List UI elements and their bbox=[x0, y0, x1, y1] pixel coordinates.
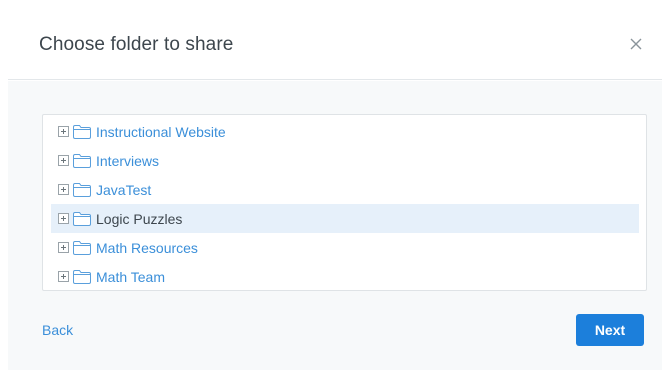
folder-icon bbox=[73, 124, 91, 139]
tree-item-javatest[interactable]: JavaTest bbox=[51, 175, 639, 204]
back-link[interactable]: Back bbox=[42, 322, 73, 338]
folder-icon bbox=[73, 211, 91, 226]
tree-item-label: Logic Puzzles bbox=[96, 210, 183, 227]
tree-item-label: Instructional Website bbox=[96, 123, 226, 140]
expand-plus-icon[interactable] bbox=[58, 155, 69, 166]
expand-plus-icon[interactable] bbox=[58, 126, 69, 137]
tree-item-interviews[interactable]: Interviews bbox=[51, 146, 639, 175]
tree-item-logic-puzzles[interactable]: Logic Puzzles bbox=[51, 204, 639, 233]
expand-plus-icon[interactable] bbox=[58, 213, 69, 224]
expand-plus-icon[interactable] bbox=[58, 184, 69, 195]
tree-item-math-resources[interactable]: Math Resources bbox=[51, 233, 639, 262]
tree-item-math-team[interactable]: Math Team bbox=[51, 262, 639, 290]
folder-icon bbox=[73, 240, 91, 255]
dialog-body: Instructional Website Interviews JavaTes… bbox=[8, 81, 662, 370]
tree-item-label: Math Resources bbox=[96, 239, 198, 256]
folder-icon bbox=[73, 182, 91, 197]
folder-icon bbox=[73, 153, 91, 168]
share-folder-dialog: Choose folder to share Instructional Web… bbox=[8, 0, 662, 370]
dialog-header: Choose folder to share bbox=[8, 0, 662, 80]
tree-item-instructional-website[interactable]: Instructional Website bbox=[51, 117, 639, 146]
close-icon[interactable] bbox=[628, 36, 644, 52]
next-button[interactable]: Next bbox=[576, 314, 644, 346]
expand-plus-icon[interactable] bbox=[58, 242, 69, 253]
tree-item-label: Interviews bbox=[96, 152, 160, 169]
tree-item-label: Math Team bbox=[96, 268, 165, 285]
expand-plus-icon[interactable] bbox=[58, 271, 69, 282]
folder-icon bbox=[73, 269, 91, 284]
dialog-title: Choose folder to share bbox=[39, 34, 234, 55]
folder-tree: Instructional Website Interviews JavaTes… bbox=[42, 114, 647, 291]
tree-item-label: JavaTest bbox=[96, 181, 152, 198]
